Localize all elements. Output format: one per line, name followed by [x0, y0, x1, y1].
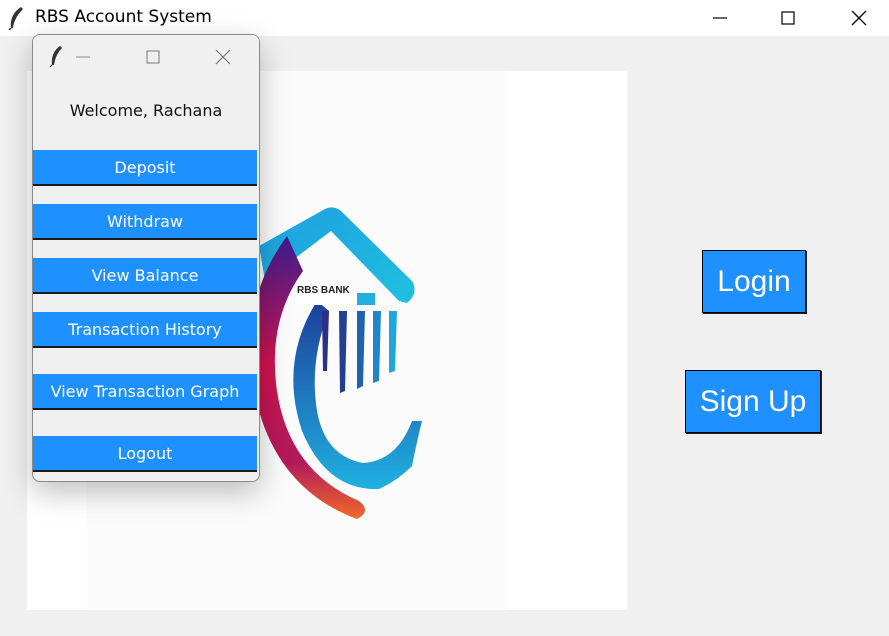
- minimize-button[interactable]: [697, 0, 743, 36]
- minimize-icon: [713, 17, 727, 19]
- popup-minimize-button[interactable]: [73, 47, 93, 67]
- close-icon: [851, 10, 867, 26]
- view-balance-button[interactable]: View Balance: [33, 258, 257, 294]
- popup-title-bar[interactable]: [33, 35, 259, 79]
- main-title-bar[interactable]: RBS Account System: [0, 0, 889, 36]
- popup-close-button[interactable]: [213, 47, 233, 67]
- popup-maximize-button[interactable]: [143, 47, 163, 67]
- sign-up-button[interactable]: Sign Up: [685, 370, 821, 433]
- close-button[interactable]: [836, 0, 882, 36]
- withdraw-button[interactable]: Withdraw: [33, 204, 257, 240]
- deposit-button[interactable]: Deposit: [33, 150, 257, 186]
- close-icon: [215, 49, 231, 65]
- feather-icon: [49, 45, 65, 68]
- feather-icon: [7, 6, 27, 31]
- welcome-message: Welcome, Rachana: [69, 101, 223, 120]
- maximize-icon: [781, 11, 795, 25]
- minimize-icon: [76, 56, 90, 58]
- logout-button[interactable]: Logout: [33, 436, 257, 472]
- account-menu-window[interactable]: Welcome, Rachana Deposit Withdraw View B…: [32, 34, 260, 482]
- transaction-history-button[interactable]: Transaction History: [33, 312, 257, 348]
- window-title: RBS Account System: [35, 7, 212, 27]
- logo-text: RBS BANK: [297, 285, 351, 296]
- maximize-icon: [146, 50, 160, 64]
- maximize-button[interactable]: [765, 0, 811, 36]
- login-button[interactable]: Login: [702, 250, 806, 313]
- view-transaction-graph-button[interactable]: View Transaction Graph: [33, 374, 257, 410]
